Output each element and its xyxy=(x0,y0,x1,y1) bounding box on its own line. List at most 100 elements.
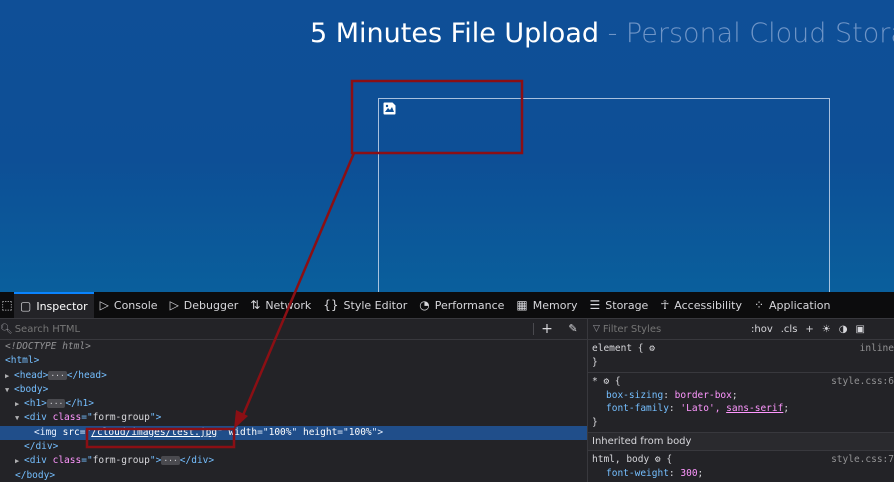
attr-name: class xyxy=(52,455,82,467)
tree-h1[interactable]: ▶ <h1> ··· </h1> xyxy=(0,397,587,411)
declaration-box-sizing[interactable]: box-sizing: border-box; xyxy=(592,389,890,403)
tab-label: Memory xyxy=(532,298,578,312)
attr-name: height xyxy=(302,426,338,438)
collapse-triangle-icon[interactable]: ▼ xyxy=(5,383,14,397)
tag-text: <body> xyxy=(14,383,49,395)
tab-label: Performance xyxy=(434,298,505,312)
tree-html[interactable]: <html> xyxy=(0,354,587,368)
light-theme-icon[interactable]: ☀ xyxy=(822,324,831,335)
tab-application[interactable]: ⁘ Application xyxy=(748,292,837,318)
prop-name: box-sizing xyxy=(606,389,664,401)
eyedropper-icon[interactable]: ✎ xyxy=(566,319,580,339)
print-media-icon[interactable]: ▣ xyxy=(856,324,865,335)
tab-label: Accessibility xyxy=(674,298,742,312)
cls-toggle[interactable]: .cls xyxy=(781,324,798,335)
tag-text: <img xyxy=(34,426,63,438)
page-title-subtitle: Personal Cloud Storage xyxy=(625,18,894,49)
tree-head[interactable]: ▶ <head> ··· </head> xyxy=(0,369,587,383)
doctype-text: <!DOCTYPE html> xyxy=(5,341,91,352)
memory-icon: ▦ xyxy=(516,298,528,312)
gear-icon[interactable]: ⚙ xyxy=(649,343,655,354)
tab-console[interactable]: ▷ Console xyxy=(94,292,164,318)
tab-network[interactable]: ⇅ Network xyxy=(244,292,317,318)
rule-source[interactable]: inline xyxy=(860,342,894,356)
filter-styles-row: ▽ :hov .cls + ☀ ◑ ▣ xyxy=(588,319,894,340)
tag-text: =" xyxy=(81,455,93,467)
inspector-icon: ▢ xyxy=(20,299,32,313)
rule-source[interactable]: style.css:7 xyxy=(831,453,894,467)
tag-text: =" xyxy=(257,426,269,438)
tab-inspector[interactable]: ▢ Inspector xyxy=(14,292,94,318)
tab-accessibility[interactable]: ☥ Accessibility xyxy=(654,292,748,318)
prop-value-link[interactable]: sans-serif xyxy=(726,403,783,414)
tag-text: </head> xyxy=(66,369,107,381)
debugger-icon: ▷ xyxy=(169,298,179,312)
rule-source[interactable]: style.css:6 xyxy=(831,375,894,389)
collapse-triangle-icon[interactable]: ▼ xyxy=(15,411,24,425)
rule-open: { xyxy=(666,454,673,465)
rule-tools: :hov .cls + ☀ ◑ ▣ xyxy=(751,319,865,339)
tag-text: =" xyxy=(79,426,92,438)
accessibility-icon: ☥ xyxy=(660,298,670,312)
prop-value: border-box xyxy=(674,389,732,401)
tab-label: Style Editor xyxy=(343,298,408,312)
declaration-font-weight[interactable]: font-weight: 300; xyxy=(592,467,890,481)
collapsed-ellipsis-icon[interactable]: ··· xyxy=(48,370,67,380)
devtools-toolbar: ⬚ ▢ Inspector ▷ Console ▷ Debugger ⇅ Network… xyxy=(0,292,894,319)
webpage-viewport: 5 Minutes File Upload - Personal Cloud S… xyxy=(0,0,894,292)
attr-value: 100% xyxy=(348,426,372,438)
prop-name: font-weight xyxy=(606,467,669,479)
element-picker-icon[interactable]: ⬚ xyxy=(0,292,14,318)
tab-memory[interactable]: ▦ Memory xyxy=(510,292,583,318)
rule-selector: html, body xyxy=(592,454,655,465)
gear-icon[interactable]: ⚙ xyxy=(603,376,609,387)
tag-text: </div> xyxy=(179,455,215,467)
tag-text: =" xyxy=(81,412,93,424)
img-src-link[interactable]: /cloud/images/test.jpg xyxy=(91,427,217,438)
declaration-font-family[interactable]: font-family: 'Lato', sans-serif; xyxy=(592,402,890,416)
tab-label: Storage xyxy=(605,298,649,312)
hov-toggle[interactable]: :hov xyxy=(751,324,773,335)
tree-div-form-group[interactable]: ▼ <div class="form-group"> xyxy=(0,411,587,425)
page-title-separator: - xyxy=(599,18,626,49)
tab-debugger[interactable]: ▷ Debugger xyxy=(164,292,245,318)
tree-body[interactable]: ▼ <body> xyxy=(0,383,587,397)
console-icon: ▷ xyxy=(99,298,109,312)
rule-selector: * xyxy=(592,376,604,387)
rule-close: } xyxy=(592,356,598,368)
tag-text: <h1> xyxy=(24,398,47,410)
rules-view: ▽ :hov .cls + ☀ ◑ ▣ element { ⚙ inline }… xyxy=(588,319,894,482)
expand-triangle-icon[interactable]: ▶ xyxy=(15,454,24,468)
search-html-input[interactable] xyxy=(14,323,415,335)
performance-icon: ◔ xyxy=(419,298,430,312)
expand-triangle-icon[interactable]: ▶ xyxy=(5,369,14,383)
tab-style-editor[interactable]: {} Style Editor xyxy=(317,292,413,318)
inherited-header: Inherited from body xyxy=(588,433,894,451)
prop-name: font-family xyxy=(606,403,669,414)
rule-selector: element { xyxy=(592,343,644,354)
tag-text: </h1> xyxy=(65,398,94,410)
tree-body-close[interactable]: </body> xyxy=(0,469,587,482)
tag-text: <div xyxy=(24,412,53,424)
tree-img-selected[interactable]: <img src="/cloud/images/test.jpg" width=… xyxy=(0,425,587,441)
expand-triangle-icon[interactable]: ▶ xyxy=(15,397,24,411)
rule-star: * ⚙ { style.css:6 box-sizing: border-box… xyxy=(588,373,894,433)
tree-div-form-group-2[interactable]: ▶ <div class="form-group"> ··· </div> xyxy=(0,454,587,468)
attr-name: src xyxy=(62,426,80,438)
tab-performance[interactable]: ◔ Performance xyxy=(413,292,510,318)
search-html-row: 🔍︎ + ✎ xyxy=(0,319,587,340)
devtools-panel: ⬚ ▢ Inspector ▷ Console ▷ Debugger ⇅ Network… xyxy=(0,292,894,482)
filter-styles-input[interactable] xyxy=(602,323,743,335)
tree-doctype[interactable]: <!DOCTYPE html> xyxy=(0,340,587,354)
tab-storage[interactable]: ☰ Storage xyxy=(584,292,655,318)
tree-div-close[interactable]: </div> xyxy=(0,440,587,454)
search-separator xyxy=(533,323,534,335)
gear-icon[interactable]: ⚙ xyxy=(655,454,661,465)
dark-theme-icon[interactable]: ◑ xyxy=(839,324,848,335)
add-rule-icon[interactable]: + xyxy=(805,324,813,335)
tab-label: Inspector xyxy=(36,299,88,313)
add-node-icon[interactable]: + xyxy=(540,319,554,339)
tag-text: <div xyxy=(24,455,53,467)
collapsed-ellipsis-icon[interactable]: ··· xyxy=(161,456,180,466)
collapsed-ellipsis-icon[interactable]: ··· xyxy=(46,399,66,409)
